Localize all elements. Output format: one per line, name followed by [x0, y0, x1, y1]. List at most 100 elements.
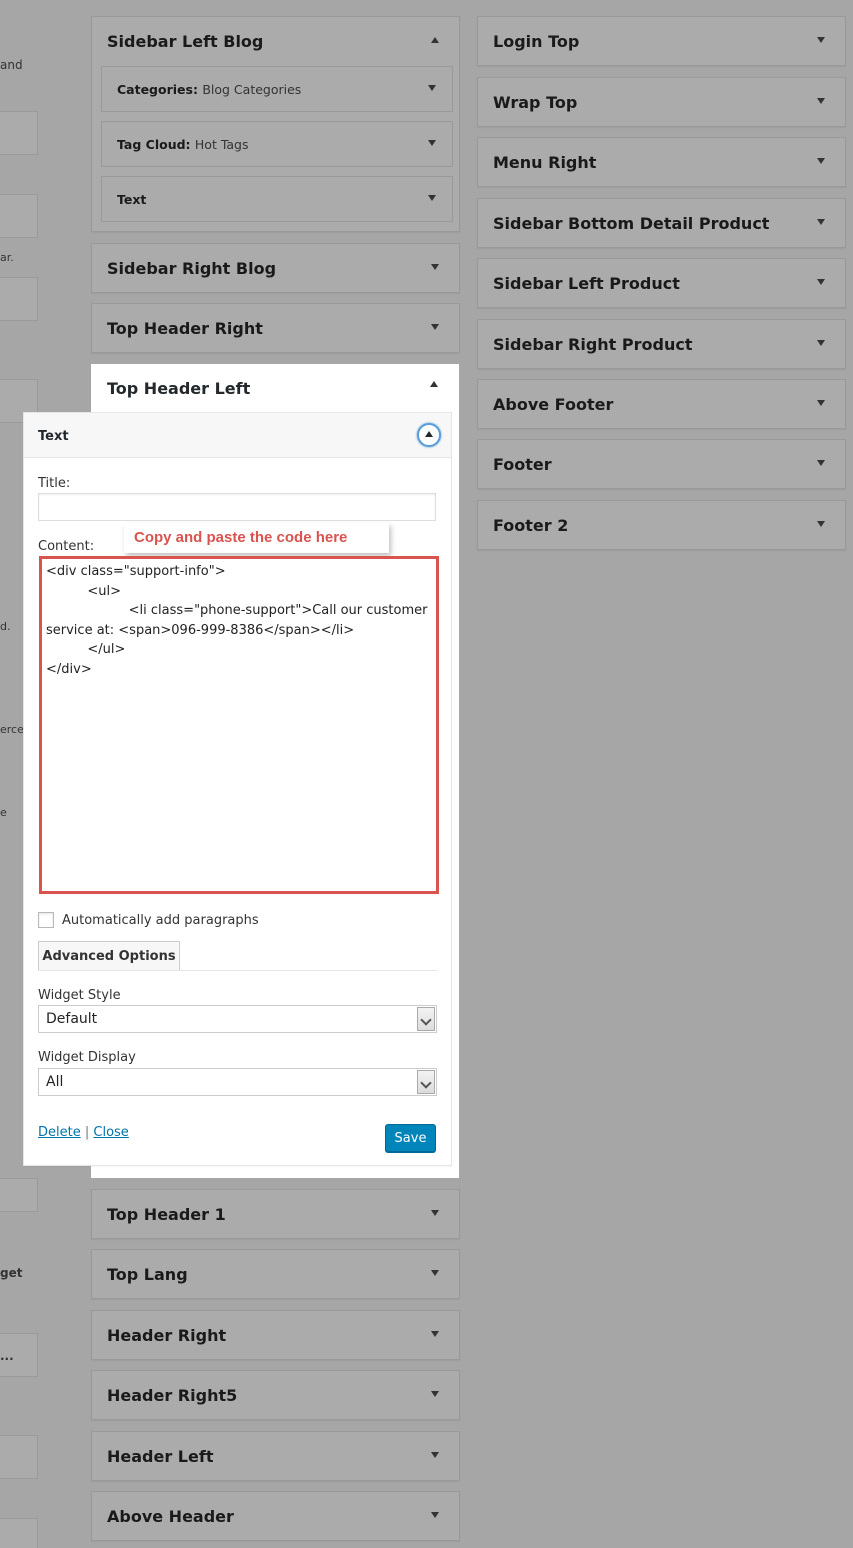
sidebar-area-title: Above Header [107, 1507, 234, 1526]
title-input[interactable] [38, 493, 436, 521]
expand-arrow-icon[interactable] [817, 460, 825, 466]
widget-style-value: Default [46, 1011, 98, 1027]
widget-title: Tag Cloud: Hot Tags [117, 137, 249, 152]
expand-arrow-icon[interactable] [431, 1210, 439, 1216]
sidebar-area-title: Top Header Right [107, 319, 263, 338]
expand-arrow-icon[interactable] [817, 521, 825, 527]
left-widget-box[interactable] [0, 1435, 38, 1479]
collapse-arrow-icon[interactable] [431, 37, 439, 43]
auto-paragraphs-row[interactable]: Automatically add paragraphs [38, 911, 259, 929]
sidebar-area-title: Header Left [107, 1447, 214, 1466]
sidebar-area-title: Header Right5 [107, 1386, 238, 1405]
sidebar-area-title: Menu Right [493, 153, 597, 172]
left-widget-box[interactable] [0, 1178, 38, 1212]
top-lang-area[interactable]: Top Lang [91, 1249, 460, 1299]
left-widget-box[interactable] [0, 1518, 38, 1548]
sidebar-area-title: Above Footer [493, 395, 614, 414]
sidebar-right-product-area[interactable]: Sidebar Right Product [477, 319, 846, 369]
left-fragment-text: e [0, 806, 7, 819]
sidebar-area-title: Sidebar Right Product [493, 335, 693, 354]
expand-arrow-icon[interactable] [431, 1391, 439, 1397]
above-footer-area[interactable]: Above Footer [477, 379, 846, 429]
sidebar-right-blog-area[interactable]: Sidebar Right Blog [91, 243, 460, 293]
auto-paragraphs-label: Automatically add paragraphs [62, 912, 259, 928]
login-top-area[interactable]: Login Top [477, 16, 846, 66]
expand-arrow-icon[interactable] [431, 324, 439, 330]
sidebar-area-title: Header Right [107, 1326, 227, 1345]
widget-tag-cloud[interactable]: Tag Cloud: Hot Tags [101, 121, 453, 167]
expand-arrow-icon[interactable] [431, 1512, 439, 1518]
header-right-area[interactable]: Header Right [91, 1310, 460, 1360]
instruction-callout: Copy and paste the code here [124, 523, 389, 553]
save-button[interactable]: Save [385, 1124, 436, 1152]
content-textarea[interactable]: <div class="support-info"> <ul> <li clas… [39, 556, 439, 894]
footer-2-area[interactable]: Footer 2 [477, 500, 846, 550]
content-label: Content: [38, 539, 95, 554]
widget-display-label: Widget Display [38, 1050, 136, 1065]
expand-arrow-icon[interactable] [431, 264, 439, 270]
above-header-area[interactable]: Above Header [91, 1491, 460, 1541]
widget-title: Categories: Blog Categories [117, 82, 302, 97]
wrap-top-area[interactable]: Wrap Top [477, 77, 846, 127]
sidebar-area-title: Sidebar Right Blog [107, 259, 277, 278]
sidebar-left-product-area[interactable]: Sidebar Left Product [477, 258, 846, 308]
expand-arrow-icon[interactable] [431, 1270, 439, 1276]
left-widget-box[interactable] [0, 277, 38, 321]
widget-title: Text [38, 429, 69, 444]
collapse-toggle-icon[interactable] [417, 423, 441, 447]
expand-arrow-icon[interactable] [428, 85, 436, 91]
header-right5-area[interactable]: Header Right5 [91, 1370, 460, 1420]
left-fragment-text: ... [0, 1349, 14, 1363]
sidebar-area-title: Top Lang [107, 1265, 188, 1284]
widget-title: Text [117, 192, 147, 207]
sidebar-area-title: Sidebar Left Product [493, 274, 680, 293]
delete-link[interactable]: Delete [38, 1125, 81, 1140]
expand-arrow-icon[interactable] [817, 219, 825, 225]
left-fragment-text: and [0, 58, 23, 72]
widget-text[interactable]: Text [101, 176, 453, 222]
title-label: Title: [38, 476, 71, 491]
left-widget-box[interactable] [0, 194, 38, 238]
expand-arrow-icon[interactable] [817, 98, 825, 104]
sidebar-left-blog-area: Sidebar Left Blog Categories: Blog Categ… [91, 16, 460, 232]
menu-right-area[interactable]: Menu Right [477, 137, 846, 187]
chevron-down-icon[interactable] [417, 1007, 435, 1031]
top-header-1-area[interactable]: Top Header 1 [91, 1189, 460, 1239]
expand-arrow-icon[interactable] [817, 279, 825, 285]
expand-arrow-icon[interactable] [428, 140, 436, 146]
widget-style-select[interactable]: Default [38, 1005, 437, 1033]
expand-arrow-icon[interactable] [817, 158, 825, 164]
chevron-down-icon[interactable] [417, 1070, 435, 1094]
left-fragment-text: get [0, 1266, 23, 1280]
sidebar-area-title: Top Header 1 [107, 1205, 226, 1224]
expand-arrow-icon[interactable] [431, 1331, 439, 1337]
expand-arrow-icon[interactable] [817, 340, 825, 346]
text-widget-editor: Text Title: Content: Copy and paste the … [23, 412, 452, 1166]
widget-control-links: Delete | Close [38, 1125, 129, 1140]
close-link[interactable]: Close [93, 1125, 128, 1140]
expand-arrow-icon[interactable] [817, 400, 825, 406]
sidebar-bottom-detail-product-area[interactable]: Sidebar Bottom Detail Product [477, 198, 846, 248]
collapse-arrow-icon[interactable] [430, 381, 438, 387]
widget-header[interactable]: Text [24, 413, 451, 458]
expand-arrow-icon[interactable] [428, 195, 436, 201]
left-fragment-text: erce [0, 723, 24, 736]
widget-display-value: All [46, 1074, 64, 1090]
sidebar-area-title: Footer 2 [493, 516, 569, 535]
auto-paragraphs-checkbox[interactable] [38, 912, 54, 928]
top-header-right-area[interactable]: Top Header Right [91, 303, 460, 353]
footer-area[interactable]: Footer [477, 439, 846, 489]
left-widget-box[interactable] [0, 111, 38, 155]
expand-arrow-icon[interactable] [431, 1452, 439, 1458]
advanced-options-tab[interactable]: Advanced Options [38, 941, 180, 971]
sidebar-area-title[interactable]: Sidebar Left Blog [107, 32, 263, 51]
left-fragment-text: d. [0, 620, 11, 633]
divider [38, 970, 437, 971]
sidebar-area-title: Login Top [493, 32, 580, 51]
header-left-area[interactable]: Header Left [91, 1431, 460, 1481]
expand-arrow-icon[interactable] [817, 37, 825, 43]
widget-display-select[interactable]: All [38, 1068, 437, 1096]
widget-categories[interactable]: Categories: Blog Categories [101, 66, 453, 112]
sidebar-area-title[interactable]: Top Header Left [107, 379, 250, 398]
link-separator: | [84, 1125, 90, 1140]
